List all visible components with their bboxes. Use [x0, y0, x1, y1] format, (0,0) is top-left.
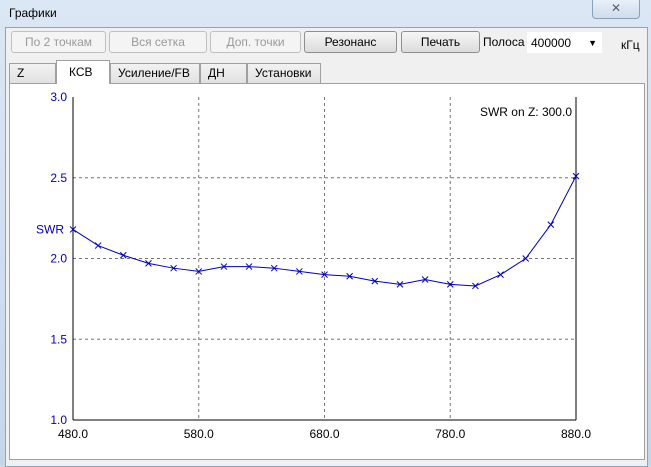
- y-tick-label: 1.5: [50, 332, 67, 346]
- swr-chart: 480.0 580.0 680.0 780.0 880.0 1.0 1.5 2.0 2.5 3.0…: [36, 90, 591, 441]
- tab-gain-fb[interactable]: Усиление/FB: [110, 63, 200, 83]
- tab-z[interactable]: Z: [9, 63, 56, 83]
- resonance-button[interactable]: Резонанс: [304, 31, 397, 53]
- client-area: По 2 точкам Вся сетка Доп. точки Резонан…: [5, 27, 648, 467]
- x-tick-label: 580.0: [184, 427, 214, 441]
- all-grid-button[interactable]: Вся сетка: [109, 31, 207, 53]
- window-title: Графики: [9, 6, 57, 20]
- y-tick-label: 2.5: [50, 171, 67, 185]
- chevron-down-icon: ▼: [588, 38, 597, 48]
- data-point-marker: [547, 221, 555, 228]
- y-tick-label: 1.0: [50, 413, 67, 427]
- extra-points-button[interactable]: Доп. точки: [210, 31, 301, 53]
- data-point-marker: [119, 251, 127, 259]
- y-tick-label: 2.0: [50, 252, 67, 266]
- chart-title: SWR on Z: 300.0: [480, 105, 572, 119]
- chart-panel: 480.0 580.0 680.0 780.0 880.0 1.0 1.5 2.0 2.5 3.0…: [9, 83, 645, 460]
- x-tick-label: 680.0: [309, 427, 339, 441]
- graphs-window: Графики ✕ По 2 точкам Вся сетка Доп. точ…: [0, 0, 651, 467]
- tab-swr[interactable]: КСВ: [56, 60, 110, 84]
- x-tick-label: 880.0: [561, 427, 591, 441]
- close-icon[interactable]: ✕: [592, 0, 640, 19]
- x-tick-label: 480.0: [58, 427, 88, 441]
- y-tick-label: 3.0: [50, 90, 67, 104]
- print-button[interactable]: Печать: [401, 31, 480, 53]
- x-tick-label: 780.0: [435, 427, 465, 441]
- band-unit: кГц: [621, 38, 640, 52]
- y-axis-label: SWR: [36, 222, 64, 236]
- tab-settings[interactable]: Установки: [247, 63, 321, 83]
- data-point-marker: [94, 242, 102, 249]
- band-label: Полоса: [483, 35, 525, 49]
- band-select[interactable]: 400000 ▼: [527, 32, 602, 53]
- by-2-points-button[interactable]: По 2 точкам: [11, 31, 106, 53]
- band-value: 400000: [531, 36, 572, 50]
- data-point-marker: [497, 271, 504, 279]
- tab-pattern[interactable]: ДН: [200, 63, 247, 83]
